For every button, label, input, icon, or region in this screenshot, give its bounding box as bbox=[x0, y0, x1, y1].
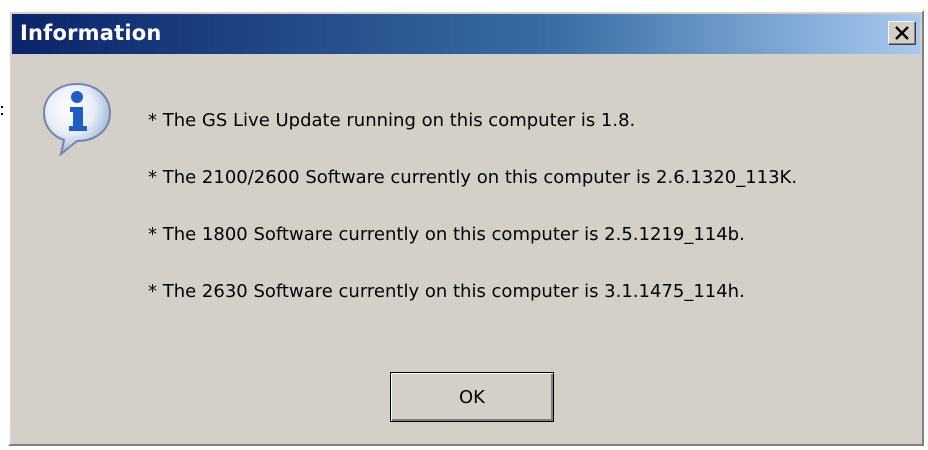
left-edge-mark bbox=[1, 106, 3, 115]
close-button[interactable] bbox=[888, 21, 916, 45]
close-icon bbox=[895, 26, 909, 40]
message-line: * The 2100/2600 Software currently on th… bbox=[148, 167, 798, 188]
dialog-title: Information bbox=[20, 21, 162, 45]
message-list: * The GS Live Update running on this com… bbox=[148, 110, 797, 338]
information-dialog: Information * The GS Live Update running… bbox=[8, 10, 924, 446]
ok-button[interactable]: OK bbox=[390, 372, 554, 422]
message-line: * The GS Live Update running on this com… bbox=[148, 110, 636, 131]
information-icon bbox=[42, 82, 112, 157]
title-bar[interactable]: Information bbox=[12, 14, 920, 54]
focus-rect bbox=[396, 378, 548, 416]
message-line: * The 1800 Software currently on this co… bbox=[148, 224, 745, 245]
message-line: * The 2630 Software currently on this co… bbox=[148, 281, 745, 302]
